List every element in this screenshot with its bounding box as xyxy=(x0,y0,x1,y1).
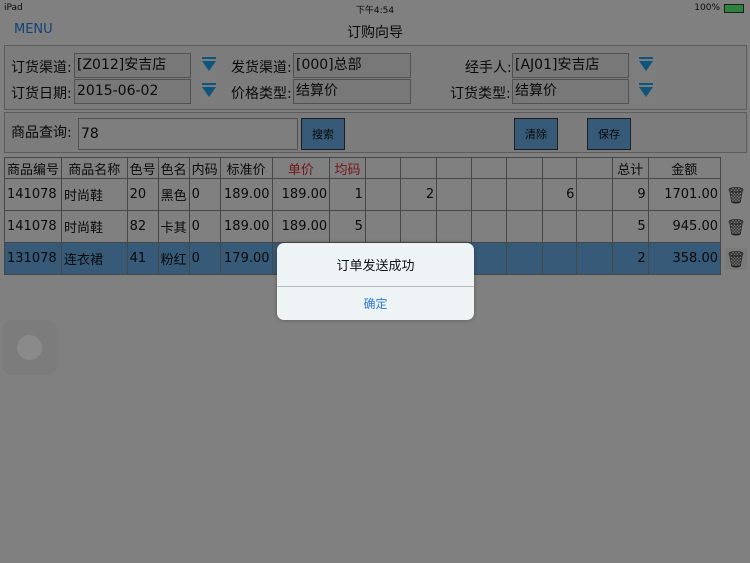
alert-ok-button[interactable]: 确定 xyxy=(277,287,474,320)
alert-message: 订单发送成功 xyxy=(277,243,474,287)
alert-dialog: 订单发送成功 确定 xyxy=(277,243,474,320)
